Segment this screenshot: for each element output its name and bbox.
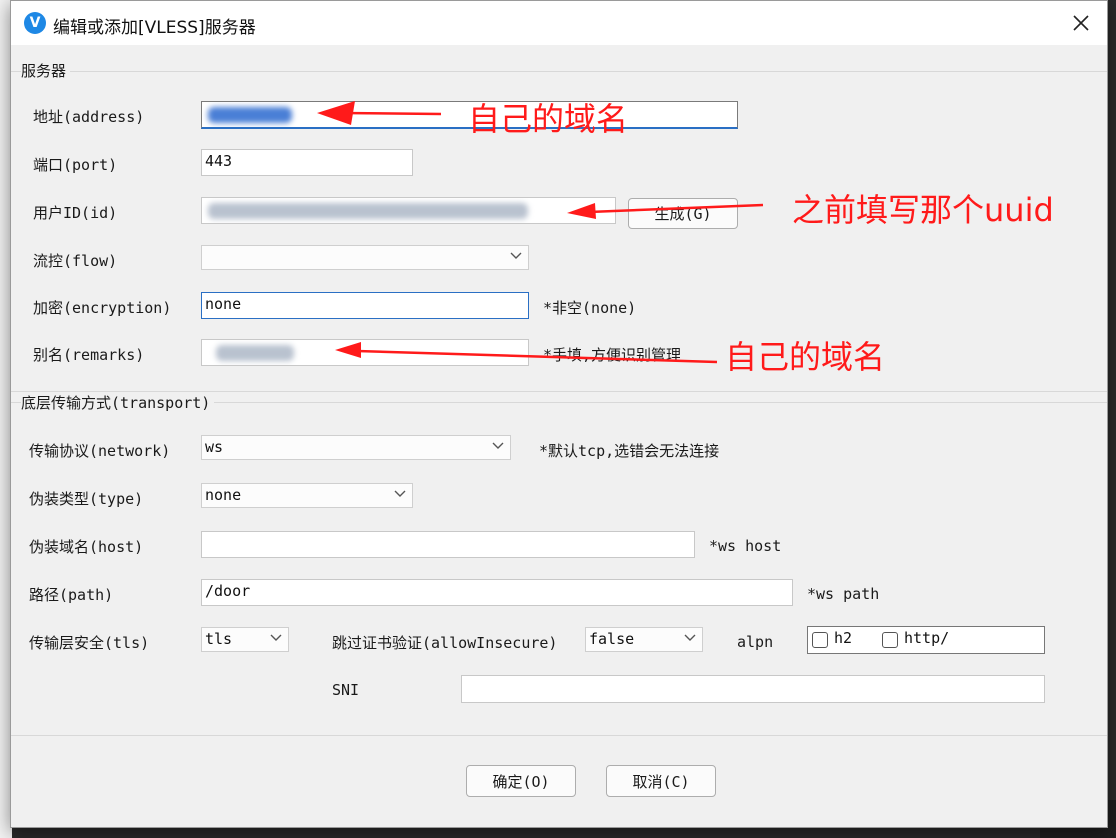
edit-server-dialog: V 编辑或添加[VLESS]服务器 服务器 地址(address) 端口(por…	[10, 0, 1108, 828]
annotation-remarks: 自己的域名	[725, 338, 886, 376]
arrow-uuid	[567, 203, 764, 219]
arrow-remarks	[335, 342, 718, 364]
annotation-uuid: 之前填写那个uuid	[792, 191, 1054, 229]
arrow-address	[317, 101, 442, 125]
annotation-address: 自己的域名	[468, 100, 629, 138]
